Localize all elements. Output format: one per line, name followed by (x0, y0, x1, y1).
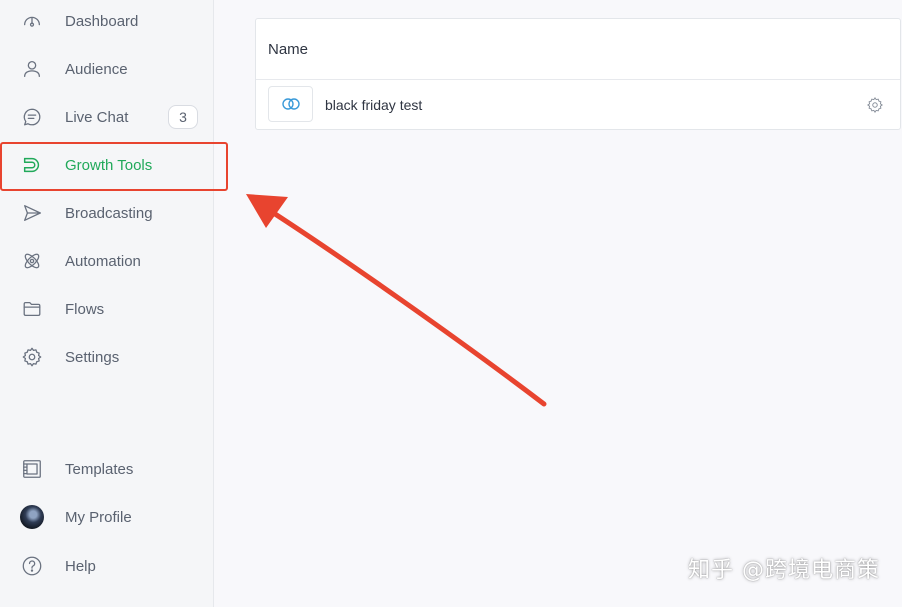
sidebar-item-dashboard[interactable]: Dashboard (0, 0, 214, 45)
watermark-text: 知乎 @跨境电商策 (688, 558, 880, 583)
sidebar-item-help[interactable]: Help (0, 542, 214, 590)
sidebar-item-live-chat[interactable]: Live Chat 3 (0, 93, 214, 141)
sidebar-item-label: Settings (65, 348, 120, 366)
sidebar-item-label: Dashboard (65, 12, 139, 30)
gauge-icon (20, 9, 44, 33)
sidebar-item-audience[interactable]: Audience (0, 45, 214, 93)
magnet-icon (20, 153, 44, 177)
sidebar-item-label: Live Chat (65, 108, 129, 126)
link-rings-icon (268, 86, 313, 122)
atom-icon (20, 249, 44, 273)
gear-icon (20, 345, 44, 369)
sidebar-item-settings[interactable]: Settings (0, 333, 214, 381)
row-settings-gear-icon[interactable] (866, 96, 884, 114)
sidebar-item-label: Automation (65, 252, 141, 270)
template-icon (20, 457, 44, 481)
sidebar-item-broadcasting[interactable]: Broadcasting (0, 189, 214, 237)
sidebar-item-label: Templates (65, 460, 134, 478)
sidebar-item-label: Help (65, 557, 96, 575)
send-icon (20, 201, 44, 225)
sidebar-item-label: Audience (65, 60, 128, 78)
table-row[interactable]: black friday test (256, 80, 900, 130)
tool-name[interactable]: black friday test (325, 97, 422, 113)
folder-icon (20, 297, 44, 321)
column-header-name: Name (256, 19, 900, 80)
help-icon (20, 554, 44, 578)
sidebar: Dashboard Audience Live Chat 3 Growth To… (0, 0, 214, 607)
sidebar-item-automation[interactable]: Automation (0, 237, 214, 285)
sidebar-item-templates[interactable]: Templates (0, 445, 214, 493)
person-icon (20, 57, 44, 81)
chat-bubble-icon (20, 105, 44, 129)
sidebar-item-label: Flows (65, 300, 105, 318)
sidebar-item-flows[interactable]: Flows (0, 285, 214, 333)
sidebar-item-label: Broadcasting (65, 204, 153, 222)
sidebar-item-label: Growth Tools (65, 156, 153, 174)
sidebar-item-label: My Profile (65, 508, 132, 526)
sidebar-item-growth-tools[interactable]: Growth Tools (0, 141, 214, 189)
sidebar-item-my-profile[interactable]: My Profile (0, 493, 214, 541)
unread-count-badge: 3 (168, 105, 198, 129)
avatar (20, 505, 44, 529)
growth-tools-table: Name black friday test (255, 18, 901, 130)
